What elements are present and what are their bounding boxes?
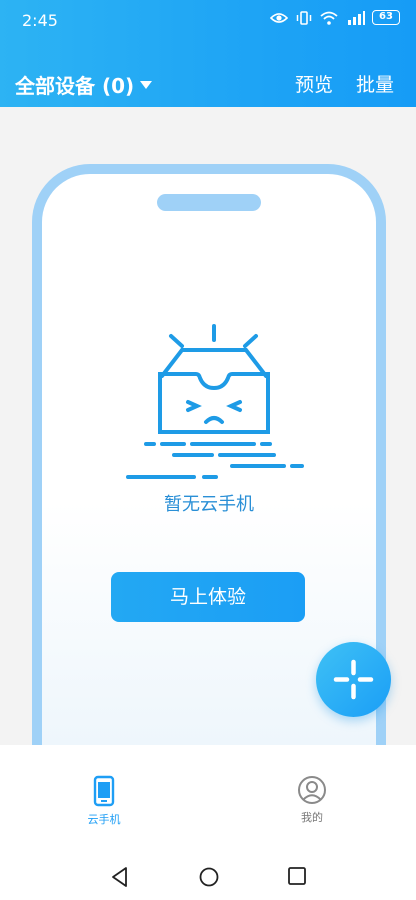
batch-button[interactable]: 批量 bbox=[356, 70, 394, 97]
caret-down-icon bbox=[140, 80, 153, 89]
recent-apps-icon[interactable] bbox=[287, 866, 307, 886]
phone-notch bbox=[157, 194, 261, 211]
tab-cloud-phone-label: 云手机 bbox=[87, 813, 121, 826]
tab-mine[interactable]: 我的 bbox=[272, 775, 352, 825]
status-bar: 2:45 63 bbox=[0, 0, 416, 40]
device-filter-label: 全部设备 (0) bbox=[15, 74, 135, 98]
status-icons: 63 bbox=[270, 10, 400, 25]
phone-icon bbox=[93, 775, 115, 807]
system-nav-bar bbox=[0, 840, 416, 900]
try-now-button[interactable]: 马上体验 bbox=[111, 572, 305, 622]
user-icon bbox=[298, 776, 326, 804]
device-filter-dropdown[interactable]: 全部设备 (0) bbox=[15, 70, 153, 99]
empty-box-icon bbox=[126, 324, 304, 479]
tab-cloud-phone[interactable]: 云手机 bbox=[64, 775, 144, 827]
eye-icon bbox=[270, 12, 288, 23]
empty-state-text: 暂无云手机 bbox=[164, 494, 254, 515]
bottom-tab-bar: 云手机 我的 bbox=[0, 745, 416, 840]
tab-mine-label: 我的 bbox=[301, 811, 323, 824]
vibrate-icon bbox=[296, 10, 312, 25]
plus-icon bbox=[333, 659, 374, 700]
status-time: 2:45 bbox=[22, 11, 58, 30]
app-header: 2:45 63 全部设备 (0) 预览 批量 bbox=[0, 0, 416, 107]
battery-indicator: 63 bbox=[372, 10, 400, 25]
home-icon[interactable] bbox=[198, 866, 220, 888]
back-icon[interactable] bbox=[110, 866, 130, 888]
signal-icon bbox=[348, 10, 365, 25]
add-fab-button[interactable] bbox=[316, 642, 391, 717]
preview-button[interactable]: 预览 bbox=[295, 70, 333, 97]
wifi-icon bbox=[320, 11, 338, 25]
title-row: 全部设备 (0) 预览 批量 bbox=[0, 62, 416, 102]
